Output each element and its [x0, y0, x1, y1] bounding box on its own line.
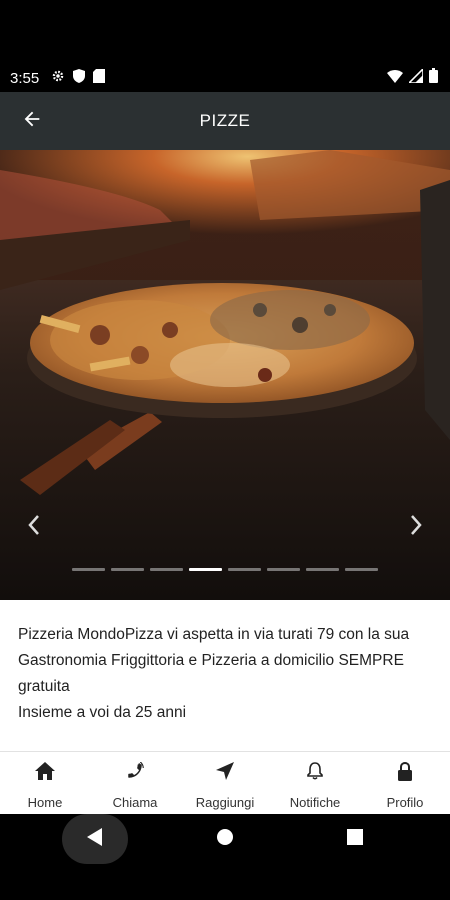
- chevron-left-icon: [27, 514, 41, 541]
- lock-icon: [397, 760, 413, 782]
- system-back-button[interactable]: [62, 814, 128, 864]
- circle-home-icon: [216, 828, 234, 851]
- carousel-next-button[interactable]: [404, 512, 428, 542]
- carousel-indicator[interactable]: [72, 568, 105, 571]
- status-bar: 3:55: [0, 0, 450, 92]
- nav-item-profilo[interactable]: Profilo: [360, 752, 450, 814]
- nav-item-home[interactable]: Home: [0, 752, 90, 814]
- nav-label-home: Home: [27, 795, 63, 810]
- nav-label-chiama: Chiama: [112, 795, 158, 810]
- sd-card-icon: [93, 68, 106, 88]
- settings-icon: [51, 69, 65, 88]
- carousel-indicator[interactable]: [228, 568, 261, 571]
- chevron-right-icon: [409, 514, 423, 541]
- app-bar: PIZZE: [0, 92, 450, 150]
- bottom-navigation: Home Chiama Raggiungi Notifiche Profilo: [0, 752, 450, 814]
- nav-label-raggiungi: Raggiungi: [195, 795, 255, 810]
- square-recents-icon: [347, 828, 363, 850]
- carousel-indicator[interactable]: [150, 568, 183, 571]
- navigation-icon: [216, 760, 234, 782]
- shield-icon: [73, 68, 86, 88]
- system-navigation-bar: [0, 814, 450, 900]
- carousel-indicator[interactable]: [189, 568, 222, 571]
- nav-item-notifiche[interactable]: Notifiche: [270, 752, 360, 814]
- back-button[interactable]: [18, 107, 46, 135]
- arrow-left-icon: [21, 108, 43, 135]
- nav-item-raggiungi[interactable]: Raggiungi: [180, 752, 270, 814]
- image-carousel[interactable]: [0, 150, 450, 600]
- nav-label-profilo: Profilo: [386, 795, 424, 810]
- carousel-indicator[interactable]: [267, 568, 300, 571]
- system-recents-button[interactable]: [338, 822, 372, 856]
- triangle-back-icon: [87, 827, 103, 851]
- nav-label-notifiche: Notifiche: [289, 795, 341, 810]
- battery-icon: [429, 68, 438, 88]
- home-icon: [35, 760, 55, 782]
- carousel-indicators: [0, 568, 450, 574]
- description-section: Pizzeria MondoPizza vi aspetta in via tu…: [0, 600, 450, 752]
- pizza-oven-photo: [0, 150, 450, 600]
- carousel-prev-button[interactable]: [22, 512, 46, 542]
- page-title: PIZZE: [199, 111, 251, 130]
- nav-item-chiama[interactable]: Chiama: [90, 752, 180, 814]
- status-time: 3:55: [10, 69, 40, 87]
- carousel-indicator[interactable]: [345, 568, 378, 571]
- wifi-icon: [387, 69, 403, 88]
- signal-icon: [407, 66, 424, 88]
- carousel-indicator[interactable]: [111, 568, 144, 571]
- description-text: Pizzeria MondoPizza vi aspetta in via tu…: [18, 626, 410, 721]
- carousel-indicator[interactable]: [306, 568, 339, 571]
- phone-icon: [126, 760, 144, 782]
- system-home-button[interactable]: [208, 822, 242, 856]
- bell-icon: [307, 760, 323, 782]
